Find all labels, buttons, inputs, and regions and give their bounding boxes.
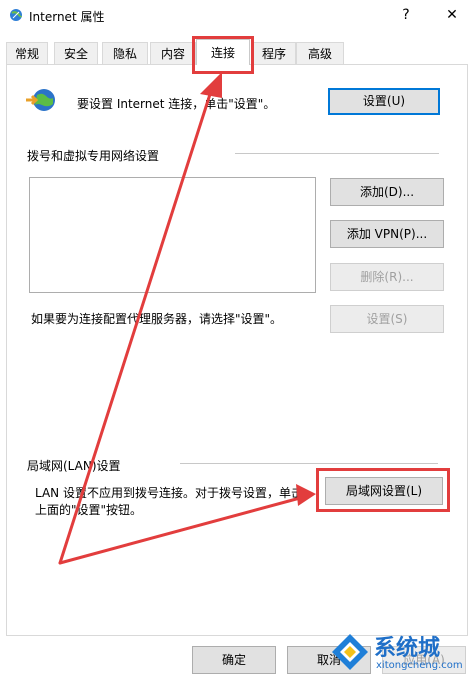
tab-programs[interactable]: 程序 — [252, 42, 296, 64]
close-button[interactable]: ✕ — [438, 4, 466, 26]
remove-button: 删除(R)... — [330, 263, 444, 291]
internet-options-icon — [10, 9, 22, 21]
help-button[interactable]: ? — [392, 4, 420, 26]
watermark: 系统城 xitongcheng.com — [330, 626, 474, 682]
setup-button[interactable]: 设置(U) — [328, 88, 440, 115]
watermark-logo-icon — [332, 634, 368, 670]
tab-content[interactable]: 内容 — [150, 42, 196, 64]
tab-advanced[interactable]: 高级 — [296, 42, 344, 64]
window-title: Internet 属性 — [29, 10, 105, 24]
network-globe-icon — [26, 89, 55, 111]
lan-divider — [180, 463, 438, 464]
watermark-brand: 系统城 — [374, 636, 441, 661]
dialup-divider — [235, 153, 439, 154]
tab-connections[interactable]: 连接 — [196, 39, 250, 65]
connections-list[interactable] — [29, 177, 316, 293]
connection-settings-button: 设置(S) — [330, 305, 444, 333]
setup-instruction: 要设置 Internet 连接，单击"设置"。 — [77, 97, 276, 111]
lan-settings-button[interactable]: 局域网设置(L) — [325, 477, 443, 505]
dialup-heading: 拨号和虚拟专用网络设置 — [27, 149, 160, 163]
proxy-note: 如果要为连接配置代理服务器，请选择"设置"。 — [31, 312, 283, 326]
lan-heading: 局域网(LAN)设置 — [27, 459, 121, 473]
add-vpn-button[interactable]: 添加 VPN(P)... — [330, 220, 444, 248]
title-bar: Internet 属性 ? ✕ — [0, 0, 474, 32]
lan-note-line2: 上面的"设置"按钮。 — [35, 503, 143, 517]
watermark-url: xitongcheng.com — [376, 660, 463, 671]
tab-security[interactable]: 安全 — [54, 42, 98, 64]
add-button[interactable]: 添加(D)... — [330, 178, 444, 206]
lan-note-line1: LAN 设置不应用到拨号连接。对于拨号设置，单击 — [35, 486, 303, 500]
tab-privacy[interactable]: 隐私 — [102, 42, 148, 64]
tab-general[interactable]: 常规 — [6, 42, 48, 64]
ok-button[interactable]: 确定 — [192, 646, 276, 674]
